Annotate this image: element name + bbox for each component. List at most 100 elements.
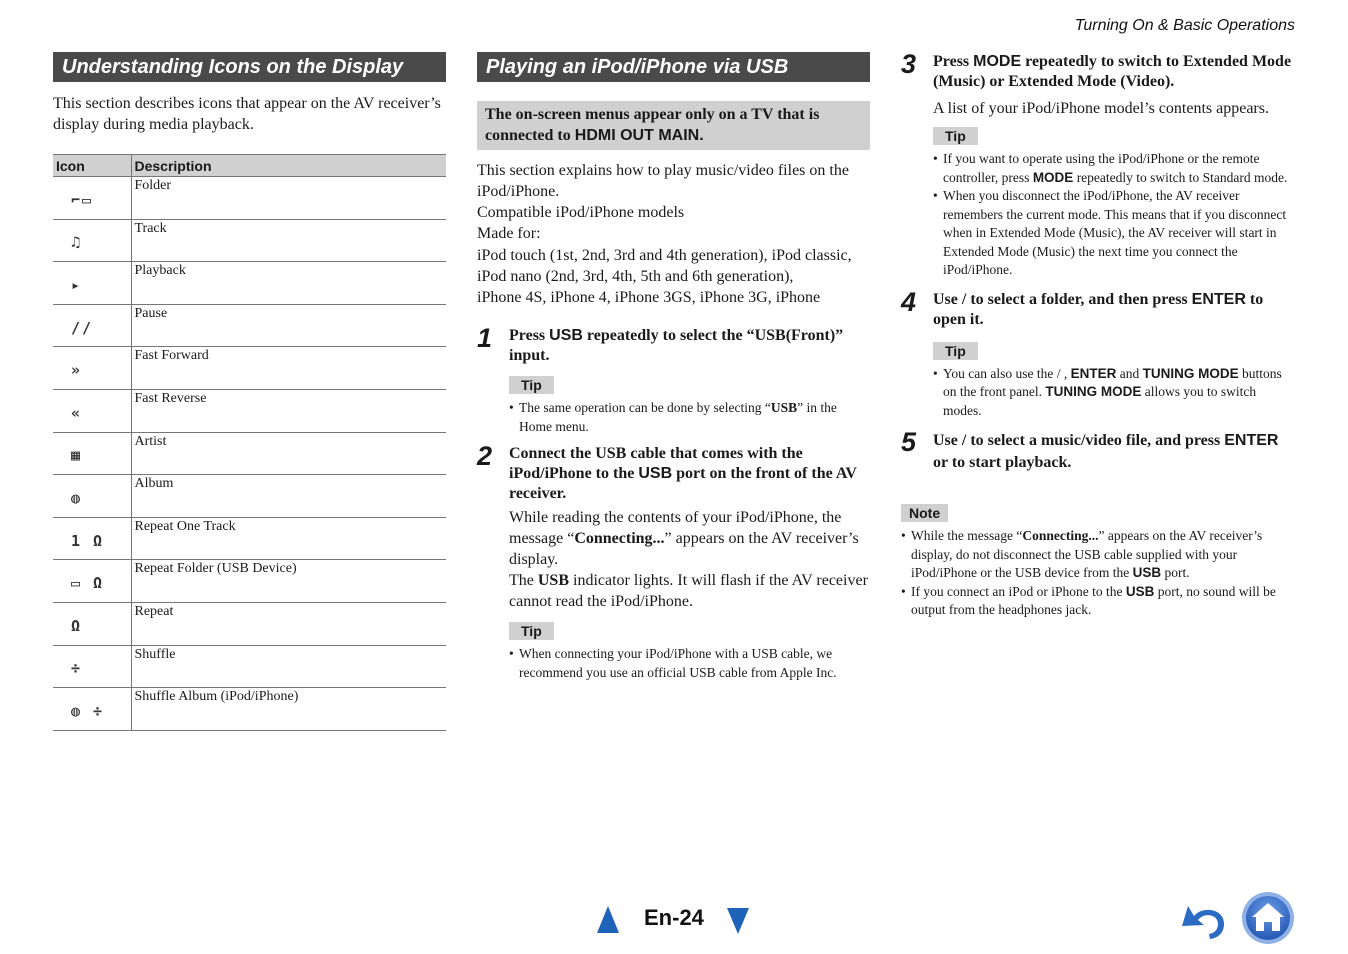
description-cell: Pause	[131, 304, 446, 348]
para-intro: This section explains how to play music/…	[477, 162, 849, 200]
icon-cell: »	[53, 346, 132, 390]
repeat-folder-icon: ▭ Ω	[71, 574, 105, 593]
tip-label: Tip	[933, 341, 978, 360]
next-page-arrow-icon[interactable]	[727, 908, 749, 934]
notice-text: connected to	[485, 127, 575, 144]
back-arrow-icon[interactable]	[1180, 900, 1230, 940]
ipod-usb-section: Playing an iPod/iPhone via USB The on-sc…	[477, 52, 870, 682]
description-cell: Folder	[131, 176, 446, 220]
note-item: If you connect an iPod or iPhone to the …	[901, 583, 1295, 620]
icon-cell: ◍	[53, 474, 132, 518]
para-compatible: Compatible iPod/iPhone models	[477, 204, 685, 221]
running-head: Turning On & Basic Operations	[1074, 17, 1295, 34]
step-title: Press MODE repeatedly to switch to Exten…	[933, 53, 1292, 90]
section-title: Playing an iPod/iPhone via USB	[477, 52, 870, 82]
icon-cell: ▸	[53, 261, 132, 305]
pause-icon: //	[71, 318, 94, 337]
tip-item: The same operation can be done by select…	[509, 399, 870, 436]
description-cell: Fast Reverse	[131, 389, 446, 433]
step-number: 2	[477, 441, 493, 471]
tip-item: You can also use the / , ENTER and TUNIN…	[933, 365, 1295, 421]
description-cell: Repeat Folder (USB Device)	[131, 559, 446, 603]
section-title: Understanding Icons on the Display	[53, 52, 446, 82]
table-row: ◍ Album	[53, 474, 446, 518]
description-cell: Repeat One Track	[131, 517, 446, 561]
description-cell: Fast Forward	[131, 346, 446, 390]
icon-cell: //	[53, 304, 132, 348]
table-row: ♫ Track	[53, 219, 446, 263]
table-row: ▸ Playback	[53, 261, 446, 305]
previous-page-arrow-icon[interactable]	[597, 906, 619, 933]
album-icon: ◍	[71, 488, 83, 507]
table-row: « Fast Reverse	[53, 389, 446, 433]
step-number: 5	[901, 427, 917, 457]
icon-cell: ▭ Ω	[53, 559, 132, 603]
step-1: 1 Press USB repeatedly to select the “US…	[477, 323, 870, 436]
table-row: // Pause	[53, 304, 446, 348]
notice-text: The on-screen menus appear only on a TV …	[485, 106, 820, 123]
note-block: Note While the message “Connecting...” a…	[901, 504, 1295, 620]
tip-label: Tip	[933, 127, 978, 145]
column-header-icon: Icon	[53, 154, 132, 177]
tip-label: Tip	[509, 622, 554, 640]
step-title: Press USB repeatedly to select the “USB(…	[509, 327, 844, 364]
note-item: While the message “Connecting...” appear…	[901, 527, 1295, 583]
steps-continued: 3 Press MODE repeatedly to switch to Ext…	[901, 49, 1295, 620]
description-cell: Shuffle	[131, 645, 446, 689]
tip-label: Tip	[509, 376, 554, 394]
notice-box: The on-screen menus appear only on a TV …	[477, 101, 870, 150]
home-icon[interactable]	[1241, 891, 1295, 945]
para-made-for: Made for:	[477, 225, 541, 242]
icon-cell: «	[53, 389, 132, 433]
table-row: Ω Repeat	[53, 602, 446, 646]
table-row: ÷ Shuffle	[53, 645, 446, 689]
fast-forward-icon: »	[71, 361, 83, 380]
table-row: ◍ ÷ Shuffle Album (iPod/iPhone)	[53, 687, 446, 731]
table-row: 1 Ω Repeat One Track	[53, 517, 446, 561]
para-models: iPod touch (1st, 2nd, 3rd and 4th genera…	[477, 247, 852, 285]
icon-cell: ⌐▭	[53, 176, 132, 220]
step-5: 5 Use / to select a music/video file, an…	[901, 427, 1295, 474]
table-header-row: Icon Description	[53, 154, 446, 177]
repeat-one-track-icon: 1 Ω	[71, 531, 105, 550]
tip-item: When you disconnect the iPod/iPhone, the…	[933, 187, 1295, 280]
repeat-icon: Ω	[71, 616, 83, 635]
step-number: 4	[901, 286, 917, 317]
icons-section: Understanding Icons on the Display This …	[53, 52, 446, 731]
icon-cell: Ω	[53, 602, 132, 646]
icons-table: Icon Description ⌐▭ Folder ♫ Track ▸ Playback…	[53, 154, 446, 731]
step-title: Use / to select a music/video file, and …	[933, 432, 1279, 471]
step-body: While reading the contents of your iPod/…	[509, 509, 859, 568]
note-list: While the message “Connecting...” appear…	[901, 527, 1295, 620]
icon-cell: ♫	[53, 219, 132, 263]
notice-keyword: HDMI OUT MAIN.	[574, 127, 704, 144]
tip-list: When connecting your iPod/iPhone with a …	[509, 645, 870, 682]
description-cell: Album	[131, 474, 446, 518]
tip-list: The same operation can be done by select…	[509, 399, 870, 436]
description-cell: Artist	[131, 432, 446, 476]
step-2: 2 Connect the USB cable that comes with …	[477, 441, 870, 682]
tip-list: You can also use the / , ENTER and TUNIN…	[933, 365, 1295, 421]
note-label: Note	[901, 504, 949, 522]
page-footer: En-24	[0, 892, 1348, 944]
table-row: ⌐▭ Folder	[53, 176, 446, 220]
step-title: Use / to select a folder, and then press…	[933, 290, 1264, 328]
column-header-description: Description	[131, 154, 446, 177]
icon-cell: 1 Ω	[53, 517, 132, 561]
fast-reverse-icon: «	[71, 403, 83, 422]
folder-icon: ⌐▭	[71, 190, 94, 209]
description-cell: Track	[131, 219, 446, 263]
step-number: 1	[477, 323, 493, 353]
tip-list: If you want to operate using the iPod/iP…	[933, 150, 1295, 280]
table-row: ▦ Artist	[53, 432, 446, 476]
step-3: 3 Press MODE repeatedly to switch to Ext…	[901, 49, 1295, 280]
tip-item: When connecting your iPod/iPhone with a …	[509, 645, 870, 682]
icon-cell: ▦	[53, 432, 132, 476]
table-row: ▭ Ω Repeat Folder (USB Device)	[53, 559, 446, 603]
icon-cell: ÷	[53, 645, 132, 689]
step-number: 3	[901, 49, 917, 79]
section-intro: This section describes icons that appear…	[53, 95, 441, 133]
description-cell: Playback	[131, 261, 446, 305]
artist-icon: ▦	[71, 446, 83, 465]
icon-cell: ◍ ÷	[53, 687, 132, 731]
